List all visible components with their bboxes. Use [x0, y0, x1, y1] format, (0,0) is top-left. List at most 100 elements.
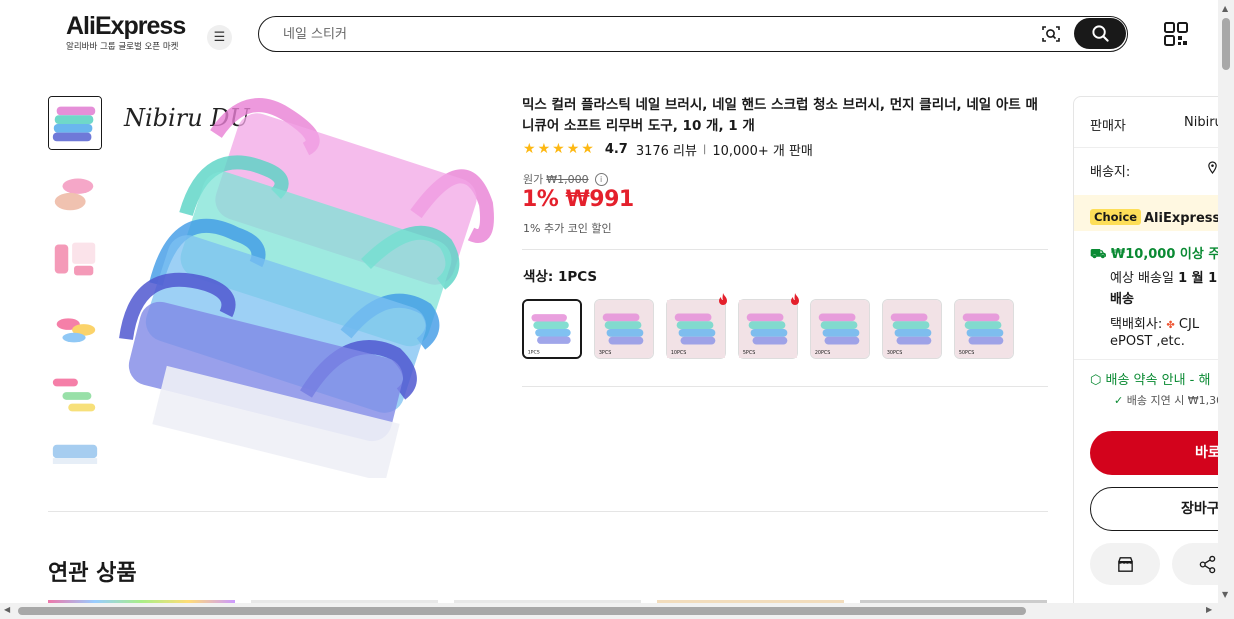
store-icon — [1117, 556, 1133, 572]
store-button[interactable] — [1090, 543, 1160, 585]
variant-label: 50PCS — [959, 350, 975, 356]
divider — [48, 511, 1048, 512]
carrier-more: ePOST ,etc. — [1110, 334, 1185, 349]
logo-text: AliExpress — [66, 12, 186, 40]
rating-row: ★ ★ ★ ★ ★ 4.7 3176 리뷰 | 10,000+ 개 판매 — [523, 140, 813, 159]
delivery-word: 배송 — [1110, 292, 1134, 307]
related-products-heading: 연관 상품 — [48, 561, 137, 586]
variant-option[interactable]: 5PCS — [738, 293, 799, 359]
sold-count: 10,000+ 개 판매 — [712, 143, 813, 159]
truck-icon: ⛟ — [1090, 247, 1107, 262]
hot-fire-icon — [789, 292, 801, 306]
delivery-guarantee-row[interactable]: ⬡ 배송 약속 안내 - 해 — [1090, 369, 1210, 388]
divider — [1074, 147, 1232, 148]
scroll-up-arrow-icon[interactable]: ▲ — [1222, 4, 1228, 13]
delivery-guarantee-sub-text: 배송 지연 시 ₩1,30 — [1126, 394, 1224, 407]
divider: | — [702, 143, 707, 155]
divider — [522, 386, 1048, 387]
variant-label: 20PCS — [815, 350, 831, 356]
scroll-down-arrow-icon[interactable]: ▼ — [1222, 590, 1228, 599]
variant-option[interactable]: 10PCS — [666, 293, 727, 359]
scroll-left-arrow-icon[interactable]: ◀ — [4, 605, 10, 614]
shield-icon: ⬡ — [1090, 373, 1102, 388]
search-input[interactable] — [283, 24, 1023, 44]
free-shipping-row: ⛟ ₩10,000 이상 주문 — [1090, 243, 1232, 264]
carrier-label: 택배회사: — [1110, 317, 1163, 332]
review-count-link[interactable]: 3176 리뷰 — [636, 140, 697, 159]
vertical-scrollbar[interactable]: ▲ ▼ — [1218, 0, 1234, 603]
variant-label: 30PCS — [887, 350, 903, 356]
divider — [1074, 359, 1232, 360]
add-to-cart-button[interactable]: 장바구 — [1090, 487, 1232, 531]
hot-fire-icon — [717, 292, 729, 306]
variant-label: 1PCS — [528, 349, 540, 355]
image-search-icon[interactable] — [1041, 24, 1061, 44]
star-icon: ★ — [552, 141, 565, 157]
info-icon[interactable]: i — [594, 172, 608, 186]
qr-code-icon[interactable] — [1163, 21, 1189, 47]
original-price-row: 원가 ₩1,000 i — [523, 171, 608, 187]
variant-label: 5PCS — [743, 350, 755, 356]
original-price-label: 원가 — [523, 173, 544, 186]
thumbnail-1[interactable] — [48, 96, 102, 150]
delivery-guarantee-text: 배송 약속 안내 - 해 — [1105, 373, 1211, 388]
variant-option[interactable]: 50PCS — [954, 299, 1014, 359]
delivery-guarantee-sub: ✓ 배송 지연 시 ₩1,30 — [1114, 392, 1223, 408]
scroll-right-arrow-icon[interactable]: ▶ — [1206, 605, 1212, 614]
seller-name-link[interactable]: Nibiru — [1184, 115, 1223, 130]
thumbnail-list — [48, 96, 102, 480]
variant-option[interactable]: 3PCS — [594, 299, 654, 359]
divider — [522, 249, 1048, 250]
delivery-date: 1 월 1 — [1178, 271, 1218, 286]
variant-option[interactable]: 30PCS — [882, 299, 942, 359]
choice-badge: Choice — [1090, 209, 1142, 225]
choice-text: AliExpressS — [1144, 211, 1230, 226]
thumbnail-2[interactable] — [48, 164, 102, 218]
thumbnail-5[interactable] — [48, 368, 102, 422]
star-icon: ★ — [523, 141, 536, 157]
location-pin-icon[interactable] — [1207, 161, 1218, 178]
page: AliExpress 알리바바 그룹 글로벌 오픈 마켓 ☰ 네일 스티커 Ni… — [0, 0, 1234, 619]
horizontal-scrollbar[interactable]: ◀ ▶ — [0, 603, 1234, 619]
variant-option[interactable]: 20PCS — [810, 299, 870, 359]
star-icon: ★ — [566, 141, 580, 157]
seller-label: 판매자 — [1090, 119, 1126, 134]
horizontal-scroll-thumb[interactable] — [18, 607, 1026, 615]
logo-subtitle: 알리바바 그룹 글로벌 오픈 마켓 — [66, 42, 179, 52]
share-icon — [1199, 555, 1215, 573]
check-icon: ✓ — [1114, 394, 1124, 407]
variant-list: 1PCS 3PCS 10PCS 5PCS 20PCS 30PCS 50PCS — [522, 293, 1026, 359]
star-rating: ★ ★ ★ ★ ★ — [523, 141, 596, 157]
thumbnail-3[interactable] — [48, 232, 102, 286]
carrier-name: CJL — [1178, 317, 1200, 332]
variant-option[interactable]: 1PCS — [522, 299, 582, 359]
carrier-logo-icon: ✤ — [1166, 320, 1175, 331]
vertical-scroll-thumb[interactable] — [1222, 18, 1230, 70]
hamburger-icon: ☰ — [213, 30, 226, 45]
free-shipping-text: ₩10,000 이상 주문 — [1110, 247, 1233, 262]
delivery-estimate-prefix: 예상 배송일 — [1110, 271, 1174, 286]
coin-discount: 1% 추가 코인 할인 — [523, 222, 612, 235]
thumbnail-6[interactable] — [48, 436, 102, 480]
variant-label: 10PCS — [671, 350, 687, 356]
half-star-icon: ★ — [581, 141, 594, 157]
variant-label: 3PCS — [599, 350, 611, 356]
delivery-estimate: 예상 배송일 1 월 1 — [1110, 267, 1217, 286]
sale-price: 1% ₩991 — [522, 187, 634, 212]
search-icon — [1091, 25, 1109, 42]
original-price: ₩1,000 — [546, 172, 589, 186]
thumbnail-4[interactable] — [48, 300, 102, 354]
buy-now-button[interactable]: 바로 — [1090, 431, 1232, 475]
ship-to-label: 배송지: — [1090, 165, 1131, 180]
star-icon: ★ — [537, 141, 551, 157]
purchase-panel: 판매자 Nibiru 배송지: Choice AliExpressS ⛟ ₩10… — [1073, 96, 1233, 606]
search-bar — [258, 16, 1128, 52]
aliexpress-logo[interactable]: AliExpress 알리바바 그룹 글로벌 오픈 마켓 — [66, 12, 186, 52]
carrier-row: 택배회사: ✤ CJL — [1110, 313, 1199, 332]
product-title: 믹스 컬러 플라스틱 네일 브러시, 네일 핸드 스크럽 청소 브러시, 먼지 … — [522, 97, 1038, 134]
main-product-image[interactable]: Nibiru DU — [116, 94, 500, 483]
color-label: 색상: 1PCS — [523, 269, 598, 285]
search-button[interactable] — [1074, 18, 1126, 49]
rating-value: 4.7 — [604, 141, 628, 157]
menu-button[interactable]: ☰ — [207, 25, 232, 50]
